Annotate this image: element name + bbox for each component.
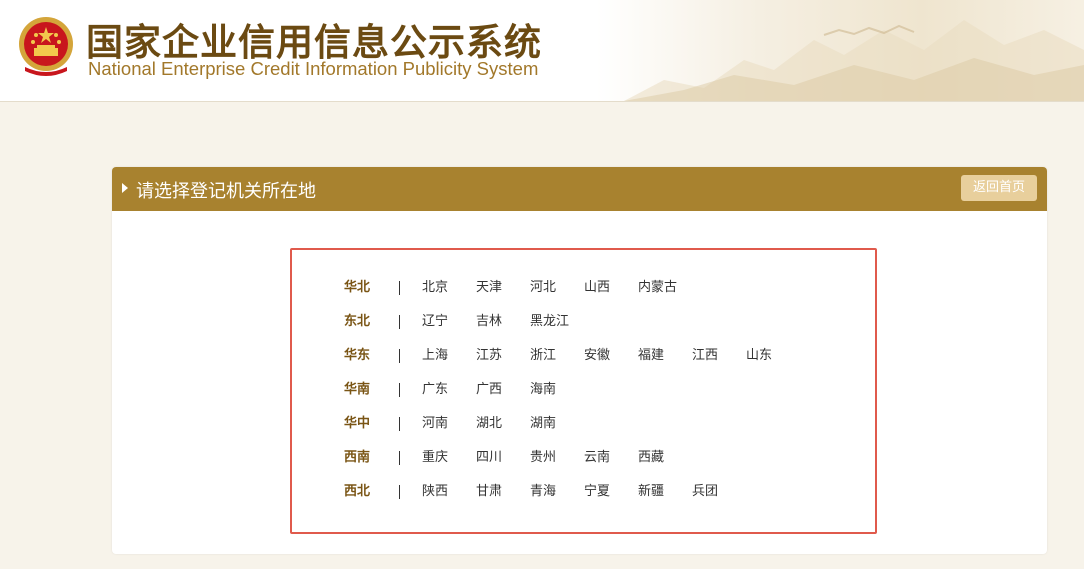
province-link[interactable]: 海南 <box>530 380 556 400</box>
region-name: 华中 <box>344 416 371 431</box>
province-link[interactable]: 云南 <box>584 448 610 468</box>
province-link[interactable]: 北京 <box>422 278 448 298</box>
site-title-en: National Enterprise Credit Information P… <box>88 58 539 79</box>
province-link[interactable]: 河南 <box>422 414 448 434</box>
province-link[interactable]: 安徽 <box>584 346 610 366</box>
province-link[interactable]: 山东 <box>746 346 772 366</box>
region-separator <box>399 383 400 397</box>
region-name: 东北 <box>344 314 371 329</box>
region-name: 西南 <box>344 450 371 465</box>
region-name: 华北 <box>344 280 371 295</box>
region-name: 西北 <box>344 484 371 499</box>
panel-header: 请选择登记机关所在地 返回首页 <box>112 167 1047 211</box>
region-separator <box>399 485 400 499</box>
province-link[interactable]: 辽宁 <box>422 312 448 332</box>
province-link[interactable]: 湖北 <box>476 414 502 434</box>
province-link[interactable]: 福建 <box>638 346 664 366</box>
region-list: 华北 北京 天津 河北 山西 内蒙古东北 辽宁 吉林 黑龙江华东 上海 江苏 浙江 安徽 福建 江西 山东华南… <box>290 248 877 534</box>
province-link[interactable]: 陕西 <box>422 482 448 502</box>
mountain-landscape-icon <box>624 20 1084 101</box>
province-link[interactable]: 湖南 <box>530 414 556 434</box>
province-link[interactable]: 河北 <box>530 278 556 298</box>
province-link[interactable]: 四川 <box>476 448 502 468</box>
province-link[interactable]: 内蒙古 <box>638 278 677 298</box>
province-link[interactable]: 兵团 <box>692 482 718 502</box>
region-separator <box>399 451 400 465</box>
province-link[interactable]: 贵州 <box>530 448 556 468</box>
province-link[interactable]: 浙江 <box>530 346 556 366</box>
site-header: 国家企业信用信息公示系统 National Enterprise Credit … <box>0 0 1084 102</box>
region-name: 华东 <box>344 348 371 363</box>
province-link[interactable]: 广西 <box>476 380 502 400</box>
province-link[interactable]: 山西 <box>584 278 610 298</box>
province-link[interactable]: 江西 <box>692 346 718 366</box>
province-link[interactable]: 青海 <box>530 482 556 502</box>
province-link[interactable]: 重庆 <box>422 448 448 468</box>
caret-right-icon <box>122 183 128 193</box>
panel-title: 请选择登记机关所在地 <box>136 181 316 202</box>
region-separator <box>399 281 400 295</box>
region-separator <box>399 349 400 363</box>
region-separator <box>399 315 400 329</box>
region-name: 华南 <box>344 382 371 397</box>
province-link[interactable]: 江苏 <box>476 346 502 366</box>
province-link[interactable]: 新疆 <box>638 482 664 502</box>
region-separator <box>399 417 400 431</box>
province-link[interactable]: 西藏 <box>638 448 664 468</box>
province-link[interactable]: 广东 <box>422 380 448 400</box>
province-link[interactable]: 甘肃 <box>476 482 502 502</box>
province-link[interactable]: 上海 <box>422 346 448 366</box>
province-link[interactable]: 宁夏 <box>584 482 610 502</box>
province-link[interactable]: 天津 <box>476 278 502 298</box>
province-link[interactable]: 吉林 <box>476 312 502 332</box>
region-select-panel: 请选择登记机关所在地 返回首页 华北 北京 天津 河北 山西 内蒙古东北 辽宁 吉林 黑龙江华东… <box>112 167 1047 554</box>
province-link[interactable]: 黑龙江 <box>530 312 569 332</box>
back-home-button[interactable]: 返回首页 <box>961 175 1037 201</box>
national-emblem-icon <box>19 17 73 76</box>
